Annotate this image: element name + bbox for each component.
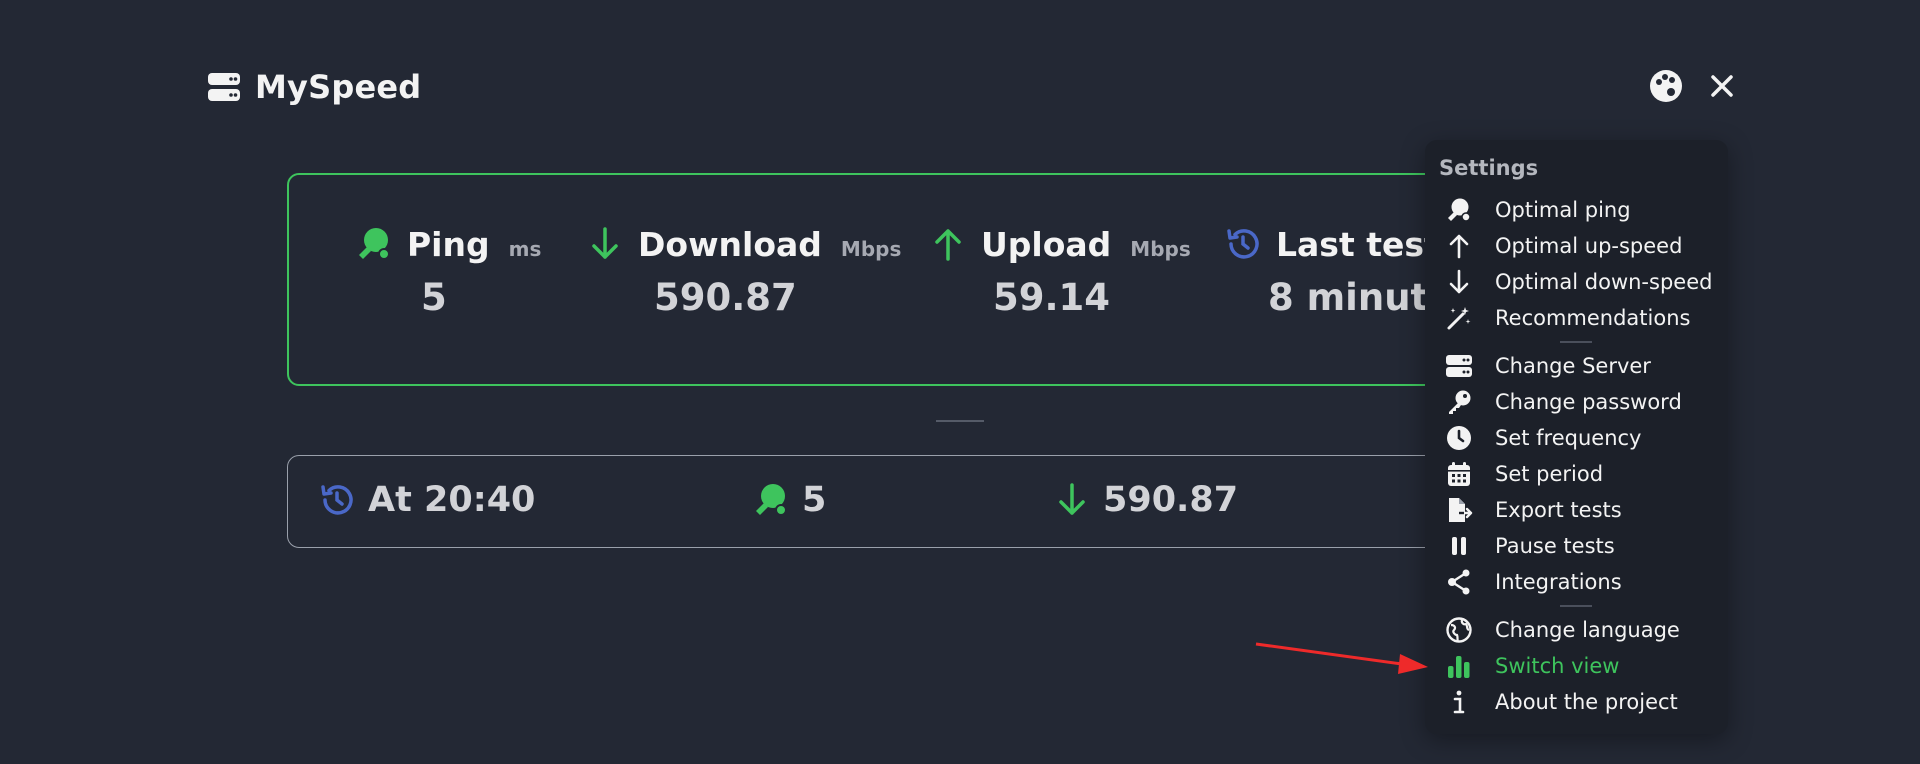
palette-icon[interactable] — [1648, 68, 1684, 104]
settings-title: Settings — [1439, 156, 1539, 180]
history-icon — [321, 485, 353, 515]
ping-pong-icon — [756, 484, 787, 516]
last-test-label: Last test — [1276, 224, 1440, 264]
menu-item-set-frequency[interactable]: Set frequency — [1445, 421, 1642, 455]
menu-item-optimal-down-speed[interactable]: Optimal down-speed — [1445, 265, 1712, 299]
settings-dropdown: Settings Optimal ping Optimal up-speed O… — [1425, 140, 1728, 734]
download-value: 590.87 — [654, 276, 797, 319]
test-ping: 5 — [752, 480, 826, 520]
server-icon — [1446, 355, 1472, 377]
arrow-down-icon — [592, 227, 618, 259]
menu-separator — [1560, 341, 1592, 343]
menu-item-optimal-up-speed[interactable]: Optimal up-speed — [1445, 229, 1682, 263]
key-icon — [1449, 390, 1471, 414]
menu-item-set-period[interactable]: Set period — [1445, 457, 1603, 491]
brand: MySpeed — [207, 68, 421, 106]
ping-value: 5 — [421, 276, 447, 319]
upload-value: 59.14 — [993, 276, 1111, 319]
menu-item-about-project[interactable]: About the project — [1445, 685, 1678, 719]
app-title: MySpeed — [255, 68, 422, 106]
history-icon — [1227, 229, 1259, 259]
test-row[interactable]: At 20:40 5 590.87 — [287, 455, 1467, 548]
menu-item-change-language[interactable]: Change language — [1445, 613, 1680, 647]
arrow-up-icon — [1449, 234, 1469, 259]
ping-unit: ms — [508, 237, 542, 261]
info-icon — [1453, 690, 1465, 714]
test-ping-text: 5 — [802, 480, 827, 520]
arrow-down-icon — [1449, 269, 1469, 294]
arrow-down-icon — [1059, 483, 1085, 515]
upload-label: Upload — [981, 224, 1112, 264]
file-export-icon — [1449, 498, 1473, 522]
section-divider — [936, 420, 984, 422]
clock-icon — [1447, 426, 1471, 450]
upload-unit: Mbps — [1130, 237, 1191, 261]
app-root: MySpeed Ping ms 5 Download Mbps 590.87 U… — [0, 0, 1920, 764]
calendar-icon — [1448, 462, 1470, 486]
test-time: At 20:40 — [318, 480, 535, 520]
menu-item-optimal-ping[interactable]: Optimal ping — [1445, 193, 1631, 227]
menu-item-integrations[interactable]: Integrations — [1445, 565, 1622, 599]
download-unit: Mbps — [840, 237, 902, 261]
bar-chart-icon — [1448, 656, 1470, 678]
menu-item-change-server[interactable]: Change Server — [1445, 349, 1651, 383]
stat-ping: Ping ms 5 — [355, 221, 541, 319]
pause-icon — [1452, 537, 1466, 555]
ping-pong-icon — [359, 228, 390, 260]
server-icon — [208, 73, 240, 101]
menu-item-pause-tests[interactable]: Pause tests — [1445, 529, 1615, 563]
close-icon[interactable] — [1704, 68, 1740, 104]
stat-upload: Upload Mbps 59.14 — [929, 221, 1191, 319]
current-stats-card: Ping ms 5 Download Mbps 590.87 Upload Mb — [287, 173, 1467, 386]
stat-download: Download Mbps 590.87 — [586, 221, 901, 319]
globe-icon — [1446, 617, 1472, 643]
download-label: Download — [638, 224, 822, 264]
menu-item-recommendations[interactable]: Recommendations — [1445, 301, 1690, 335]
ping-pong-icon — [1448, 198, 1471, 222]
menu-item-switch-view[interactable]: Switch view — [1445, 649, 1619, 683]
test-download-text: 590.87 — [1103, 480, 1239, 520]
ping-label: Ping — [407, 224, 490, 264]
share-nodes-icon — [1448, 569, 1470, 595]
magic-wand-icon — [1447, 307, 1471, 330]
test-download: 590.87 — [1053, 480, 1238, 520]
menu-item-export-tests[interactable]: Export tests — [1445, 493, 1622, 527]
menu-item-change-password[interactable]: Change password — [1445, 385, 1682, 419]
test-time-text: At 20:40 — [368, 480, 536, 520]
arrow-up-icon — [935, 229, 961, 261]
menu-separator — [1560, 605, 1592, 607]
